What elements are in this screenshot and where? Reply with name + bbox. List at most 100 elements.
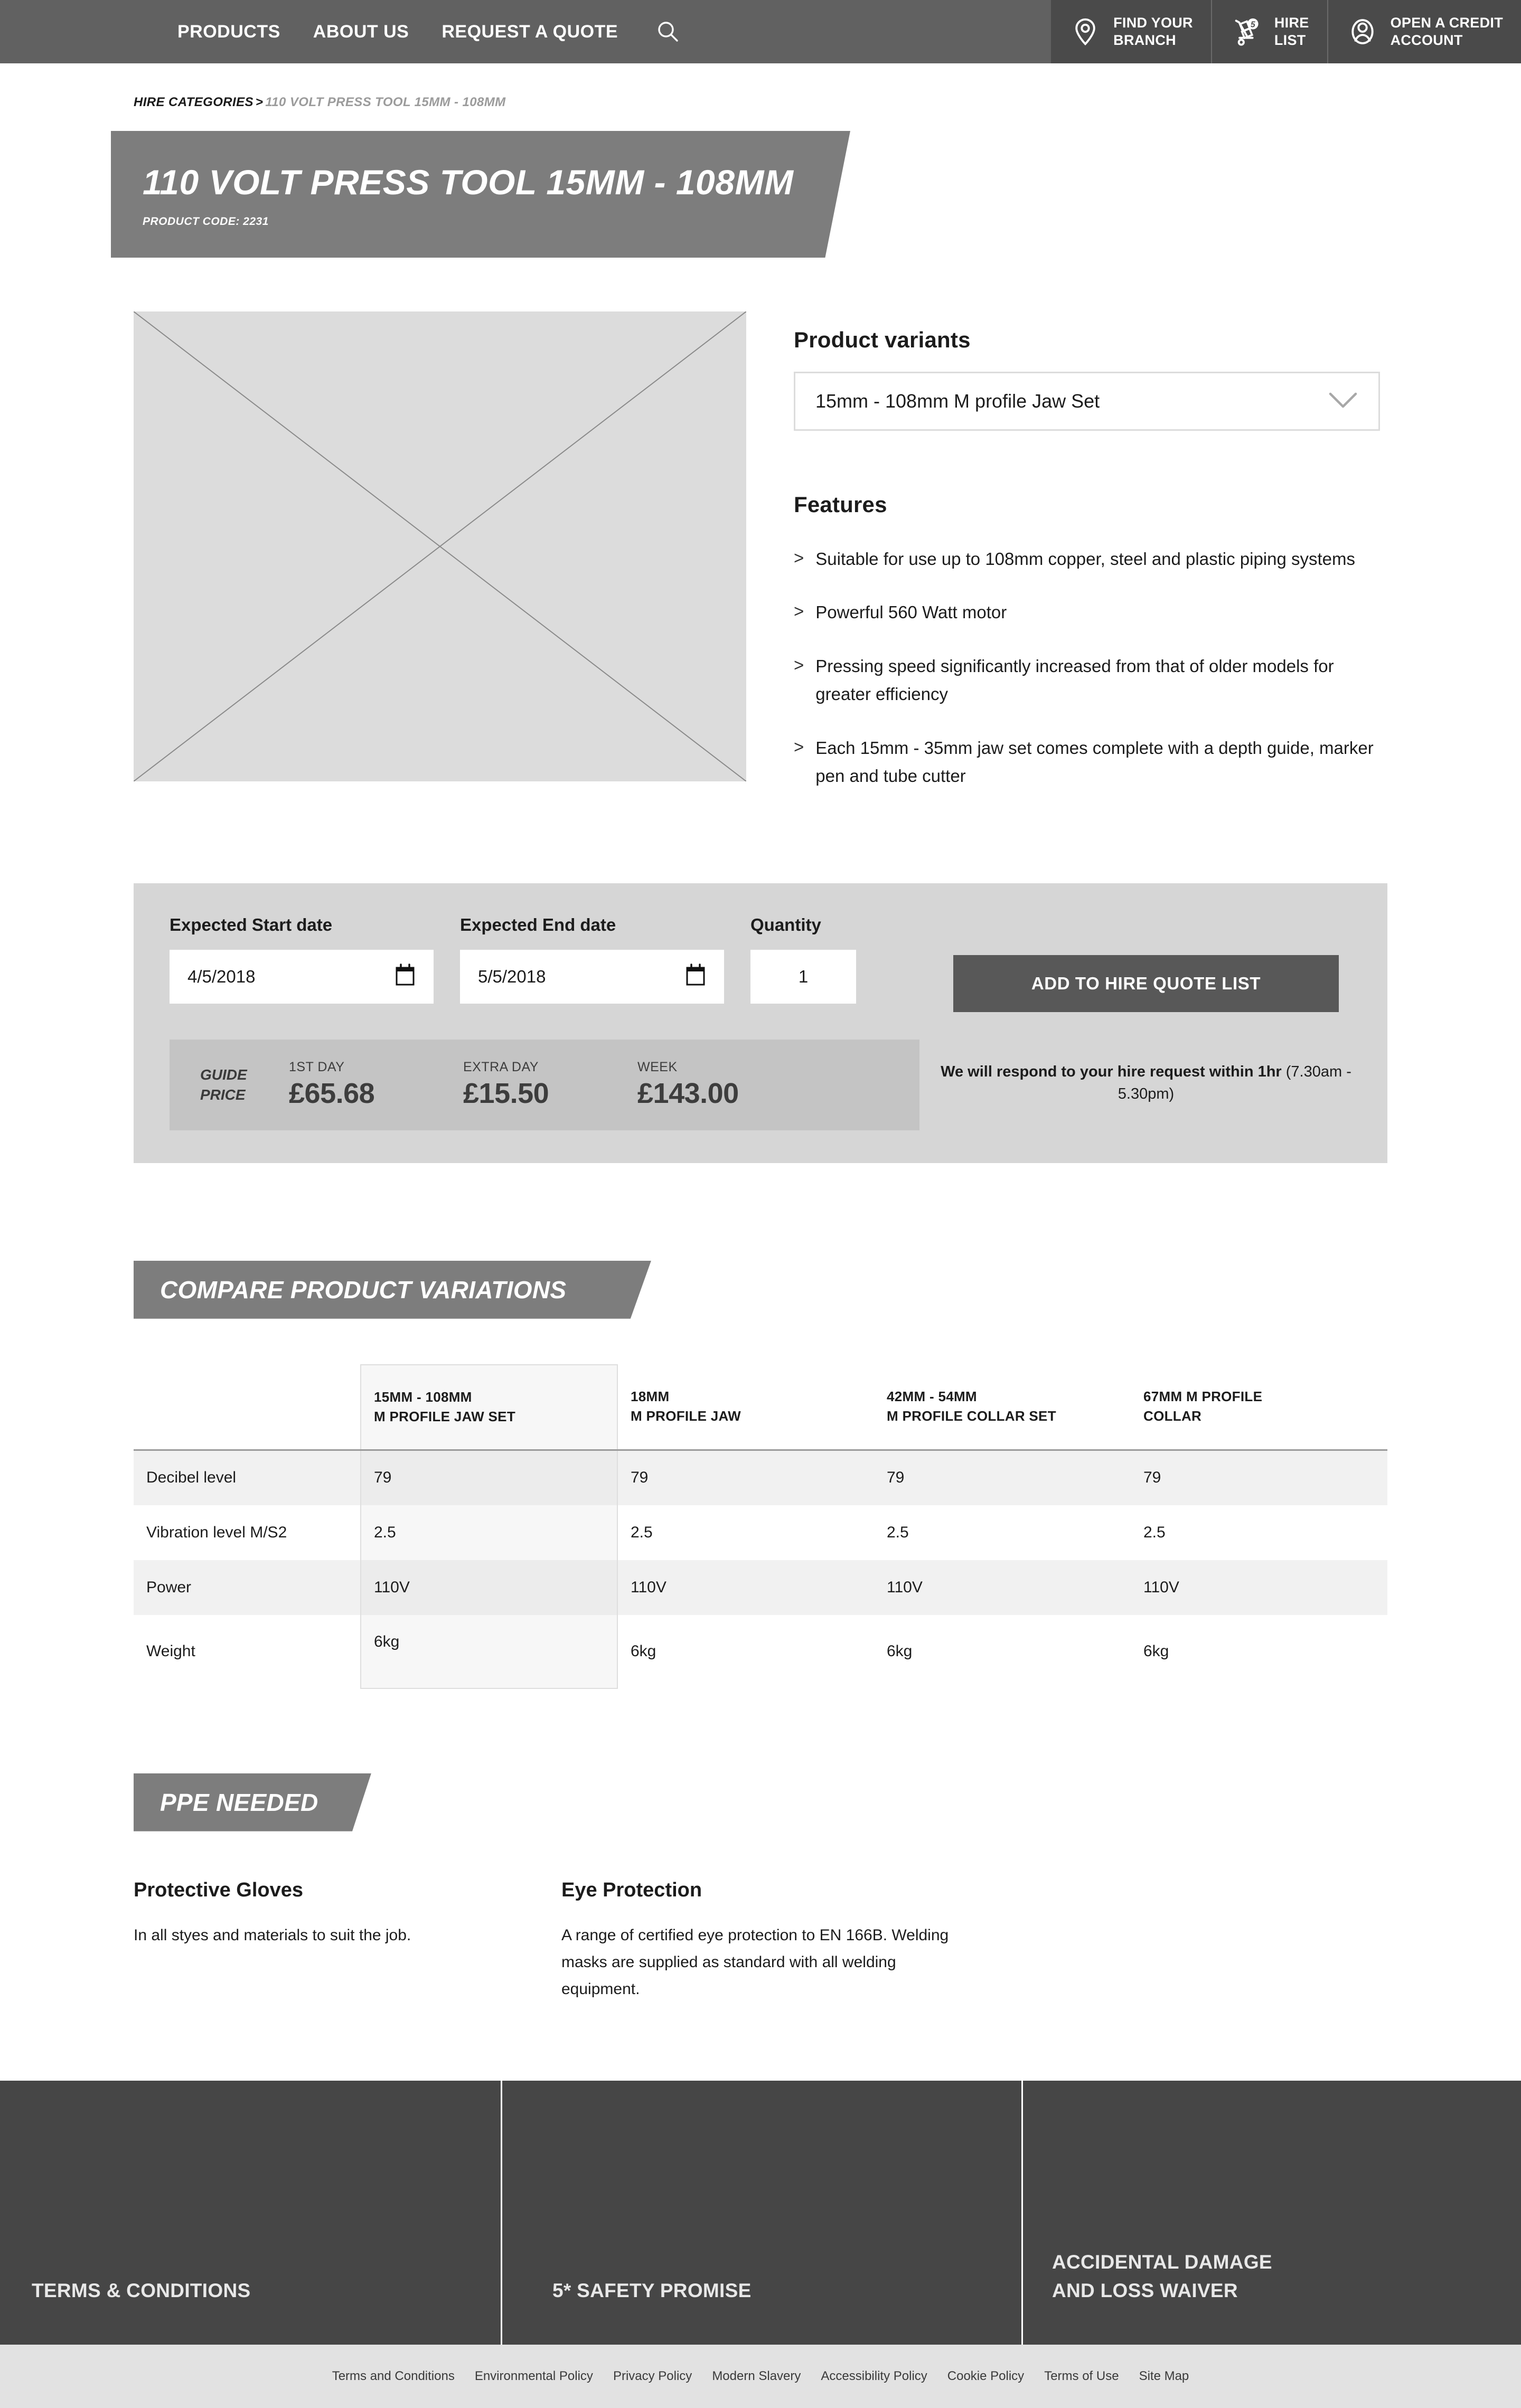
table-row-label: Vibration level M/S2 [146, 1523, 287, 1541]
breadcrumb-separator: > [255, 95, 264, 109]
table-cell: 79 [617, 1450, 874, 1505]
end-date-input[interactable]: 5/5/2018 [460, 949, 724, 1004]
open-credit-account-button[interactable]: OPEN A CREDIT ACCOUNT [1327, 0, 1521, 63]
table-column-header: 15MM - 108MM M PROFILE JAW SET [360, 1364, 618, 1451]
svg-text:5: 5 [1251, 21, 1255, 30]
product-main: Product variants 15mm - 108mm M profile … [0, 311, 1521, 816]
ppe-item-title: Protective Gloves [134, 1878, 304, 1901]
chevron-right-icon: > [794, 655, 804, 675]
nav-item-request-a-quote[interactable]: REQUEST A QUOTE [425, 22, 634, 42]
start-date-input[interactable]: 4/5/2018 [170, 949, 434, 1004]
table-cell: 79 [874, 1450, 1131, 1505]
table-cell: 2.5 [631, 1523, 653, 1541]
nav-item-products[interactable]: PRODUCTS [161, 22, 297, 42]
find-your-branch-button[interactable]: FIND YOUR BRANCH [1051, 0, 1211, 63]
footer-link-terms-and-conditions[interactable]: Terms and Conditions [322, 2369, 465, 2384]
guide-price-panel: GUIDE PRICE 1ST DAY £65.68 EXTRA DAY £15… [170, 1039, 919, 1130]
table-cell: 79 [360, 1450, 618, 1505]
start-date-label: Expected Start date [170, 914, 333, 934]
footer-promo-panels: TERMS & CONDITIONS 5* SAFETY PROMISE ACC… [0, 2080, 1521, 2345]
hire-list-label: HIRE LIST [1274, 15, 1309, 48]
response-time-bold: We will respond to your hire request wit… [941, 1063, 1282, 1080]
calendar-icon[interactable] [395, 964, 416, 989]
hire-list-button[interactable]: 5 HIRE LIST [1210, 0, 1327, 63]
site-header: PRODUCTS ABOUT US REQUEST A QUOTE FIND Y… [0, 0, 1521, 63]
footer-link-environmental-policy[interactable]: Environmental Policy [465, 2369, 603, 2384]
footer-promo-damage-waiver[interactable]: ACCIDENTAL DAMAGE AND LOSS WAIVER [1023, 2081, 1521, 2345]
ppe-items: Protective Gloves In all styes and mater… [134, 1879, 1387, 2003]
product-variants-heading: Product variants [794, 327, 971, 352]
feature-text: Each 15mm - 35mm jaw set comes complete … [815, 738, 1374, 786]
end-date-field: Expected End date 5/5/2018 [460, 915, 724, 1004]
chevron-right-icon: > [794, 548, 804, 568]
footer-link-accessibility-policy[interactable]: Accessibility Policy [811, 2369, 937, 2384]
response-time-note: We will respond to your hire request wit… [935, 1061, 1357, 1105]
start-date-value: 4/5/2018 [187, 966, 256, 986]
open-credit-account-label: OPEN A CREDIT ACCOUNT [1390, 15, 1503, 48]
price-term-label: 1ST DAY [289, 1060, 345, 1075]
table-column-header: 18MM M PROFILE JAW [617, 1364, 874, 1451]
feature-item: > Pressing speed significantly increased… [794, 652, 1380, 709]
feature-item: > Suitable for use up to 108mm copper, s… [794, 545, 1380, 573]
footer-promo-label: 5* SAFETY PROMISE [552, 2279, 752, 2301]
feature-text: Pressing speed significantly increased f… [815, 656, 1334, 704]
price-term-label: EXTRA DAY [463, 1060, 539, 1075]
breadcrumb: HIRE CATEGORIES >110 VOLT PRESS TOOL 15MM… [134, 63, 1521, 110]
product-image-placeholder[interactable] [134, 311, 746, 781]
price-term-label: WEEK [637, 1060, 678, 1075]
product-variant-selected-value: 15mm - 108mm M profile Jaw Set [815, 390, 1100, 412]
product-variant-select[interactable]: 15mm - 108mm M profile Jaw Set [794, 372, 1380, 431]
footer-promo-safety-promise[interactable]: 5* SAFETY PROMISE [502, 2080, 1023, 2345]
header-actions: FIND YOUR BRANCH 5 HIRE LIST OPEN A CRED… [1051, 0, 1521, 63]
breadcrumb-current: 110 VOLT PRESS TOOL 15MM - 108MM [265, 95, 506, 109]
footer-link-cookie-policy[interactable]: Cookie Policy [937, 2369, 1034, 2384]
price-amount: £143.00 [637, 1078, 739, 1110]
table-row: Decibel level 79 79 79 79 [134, 1450, 1387, 1505]
table-row: Vibration level M/S2 2.5 2.5 2.5 2.5 [134, 1505, 1387, 1560]
price-extra-day: EXTRA DAY £15.50 [463, 1060, 637, 1110]
breadcrumb-parent-link[interactable]: HIRE CATEGORIES [134, 95, 253, 109]
search-icon[interactable] [655, 19, 681, 44]
table-row-label: Power [134, 1560, 361, 1615]
footer-link-modern-slavery[interactable]: Modern Slavery [702, 2369, 811, 2384]
ppe-item-eye-protection: Eye Protection A range of certified eye … [561, 1879, 989, 2003]
add-to-hire-quote-list-button[interactable]: ADD TO HIRE QUOTE LIST [953, 955, 1339, 1012]
feature-text: Suitable for use up to 108mm copper, ste… [815, 549, 1356, 569]
table-row-label: Weight [146, 1642, 195, 1660]
ppe-item-protective-gloves: Protective Gloves In all styes and mater… [134, 1879, 561, 2003]
end-date-value: 5/5/2018 [478, 966, 546, 986]
compare-section-heading: COMPARE PRODUCT VARIATIONS [134, 1260, 651, 1319]
compare-variations-table: 15MM - 108MM M PROFILE JAW SET 18MM M PROF… [134, 1364, 1387, 1689]
table-cell: 79 [1131, 1450, 1387, 1505]
page-title-banner: 110 VOLT PRESS TOOL 15MM - 108MM PRODUCT… [0, 131, 1521, 258]
footer-promo-terms-conditions[interactable]: TERMS & CONDITIONS [0, 2080, 502, 2345]
price-first-day: 1ST DAY £65.68 [289, 1060, 463, 1110]
table-cell: 2.5 [360, 1505, 618, 1560]
nav-item-about-us[interactable]: ABOUT US [297, 22, 426, 42]
table-cell: 110V [1131, 1560, 1387, 1615]
booking-right-column: ADD TO HIRE QUOTE LIST We will respond t… [909, 915, 1357, 1130]
footer-link-terms-of-use[interactable]: Terms of Use [1034, 2369, 1129, 2384]
guide-price-label: GUIDE PRICE [200, 1066, 247, 1103]
start-date-field: Expected Start date 4/5/2018 [170, 915, 434, 1004]
table-column-header: 67MM M PROFILE COLLAR [1131, 1364, 1387, 1451]
table-cell: 110V [360, 1560, 618, 1615]
location-pin-icon [1069, 15, 1102, 48]
ppe-item-title: Eye Protection [561, 1878, 702, 1901]
footer-link-site-map[interactable]: Site Map [1129, 2369, 1199, 2384]
table-column-header: 42MM - 54MM M PROFILE COLLAR SET [874, 1364, 1131, 1451]
hand-truck-icon: 5 [1230, 15, 1263, 48]
price-week: WEEK £143.00 [637, 1060, 812, 1110]
product-details: Product variants 15mm - 108mm M profile … [746, 311, 1387, 816]
quantity-input[interactable]: 1 [750, 949, 856, 1004]
footer-links-bar: Terms and Conditions Environmental Polic… [0, 2344, 1521, 2408]
features-heading: Features [794, 492, 887, 517]
quantity-field: Quantity 1 [750, 915, 856, 1004]
footer-link-privacy-policy[interactable]: Privacy Policy [603, 2369, 702, 2384]
calendar-icon[interactable] [685, 964, 706, 989]
find-your-branch-label: FIND YOUR BRANCH [1113, 15, 1193, 48]
table-cell: 6kg [1143, 1642, 1169, 1660]
ppe-item-body: A range of certified eye protection to E… [561, 1926, 949, 1998]
table-cell: 6kg [631, 1642, 656, 1660]
table-row: Weight 6kg 6kg 6kg 6kg [134, 1614, 1387, 1689]
